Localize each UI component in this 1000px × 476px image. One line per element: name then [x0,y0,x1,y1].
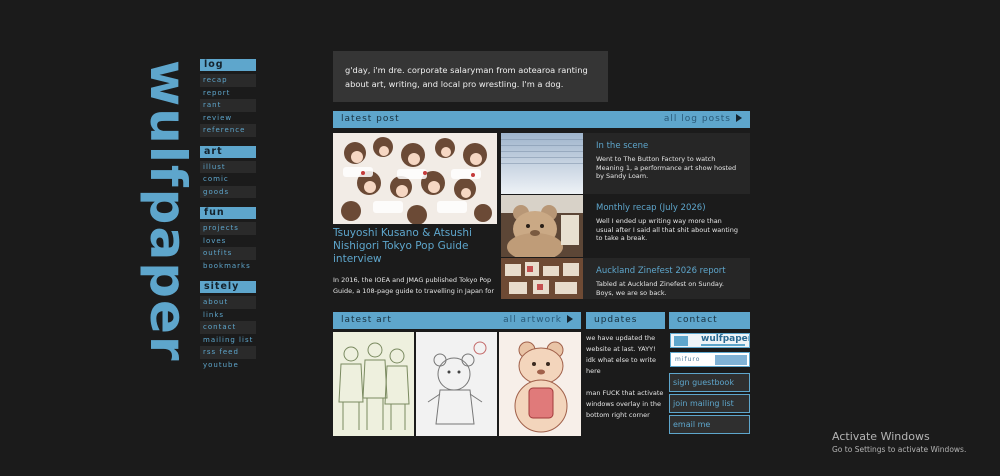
nav-item-review[interactable]: review [200,112,256,125]
art-thumb-3[interactable] [499,332,581,436]
friend-button-badge[interactable]: mifuro [670,352,750,367]
side-post-thumb-3[interactable] [501,258,583,299]
contact-label: contact [677,315,718,325]
nav-item-projects[interactable]: projects [200,222,256,235]
activate-windows-title: Activate Windows [832,430,930,443]
main-post-excerpt: In 2016, the IOEA and JMAG published Tok… [333,276,495,295]
side-post-3-title[interactable]: Auckland Zinefest 2026 report [596,266,740,276]
nav-item-comic[interactable]: comic [200,173,256,186]
side-post-1[interactable]: In the scene Went to The Button Factory … [583,133,750,194]
update-entry: man FUCK that activate windows overlay i… [586,389,664,419]
nav-item-recap[interactable]: recap [200,74,256,87]
side-post-1-body: Went to The Button Factory to watch Mean… [596,155,737,180]
side-post-1-title[interactable]: In the scene [596,141,740,151]
latest-art-label: latest art [341,315,392,325]
nav-item-bookmarks[interactable]: bookmarks [200,260,256,273]
contact-bar: contact [669,312,750,329]
side-post-2[interactable]: Monthly recap (July 2026) Well I ended u… [583,195,750,257]
all-artwork-link[interactable]: all artwork [503,312,573,329]
nav-item-goods[interactable]: goods [200,185,256,198]
side-post-2-title[interactable]: Monthly recap (July 2026) [596,203,740,213]
latest-post-bar: latest post all log posts [333,111,750,128]
updates-label: updates [594,315,638,325]
side-post-3-body: Tabled at Auckland Zinefest on Sunday. B… [596,280,724,297]
nav-item-rant[interactable]: rant [200,99,256,112]
all-log-posts-link[interactable]: all log posts [664,111,742,128]
nav-item-rss-feed[interactable]: rss feed [200,346,256,359]
art-thumb-1[interactable] [333,332,414,436]
update-entry: we have updated the website at last. YAY… [586,334,656,375]
nav-section-fun[interactable]: fun [200,207,256,219]
side-post-3[interactable]: Auckland Zinefest 2026 report Tabled at … [583,258,750,299]
art-thumb-2[interactable] [416,332,497,436]
badge-image [715,355,747,365]
nav-section-sitely[interactable]: sitely [200,281,256,293]
sign-guestbook-button[interactable]: sign guestbook [669,373,750,392]
nav-item-contact[interactable]: contact [200,321,256,334]
main-post-title[interactable]: Tsuyoshi Kusano & Atsushi Nishigori Toky… [333,227,493,266]
nav-item-report[interactable]: report [200,87,256,100]
nav-item-loves[interactable]: loves [200,235,256,248]
main-post-image[interactable] [333,133,497,224]
activate-windows-subtitle: Go to Settings to activate Windows. [832,445,967,454]
bio-box: g'day, i'm dre. corporate salaryman from… [333,51,608,102]
nav-item-illust[interactable]: illust [200,160,256,173]
updates-bar: updates [586,312,665,329]
nav-section-log[interactable]: log [200,59,256,71]
nav-item-links[interactable]: links [200,309,256,322]
latest-art-bar: latest art all artwork [333,312,581,329]
sidebar-nav: log recap report rant review reference a… [200,59,256,371]
join-mailing-list-button[interactable]: join mailing list [669,394,750,413]
nav-item-about[interactable]: about [200,296,256,309]
nav-item-outfits[interactable]: outfits [200,247,256,260]
badge-text-2: mifuro [675,356,701,363]
badge-logo-icon [674,336,688,346]
all-log-posts-label: all log posts [663,114,731,124]
updates-list: we have updated the website at last. YAY… [586,333,664,421]
badge-text: wulfpaper [701,334,750,344]
activate-windows-overlay: Activate Windows Go to Settings to activ… [832,430,966,454]
nav-item-reference[interactable]: reference [200,124,256,137]
nav-section-art[interactable]: art [200,145,256,158]
nav-item-mailing-list[interactable]: mailing list [200,334,256,347]
side-post-thumb-1[interactable] [501,133,583,194]
arrow-right-icon [736,114,742,122]
site-button-badge[interactable]: wulfpaper [670,333,750,348]
side-post-thumb-2[interactable] [501,195,583,257]
site-logo-text: wulfpaper [139,60,197,363]
side-post-2-body: Well I ended up writing way more than us… [596,217,738,242]
latest-post-label: latest post [341,114,400,124]
arrow-right-icon [567,315,573,323]
site-logo[interactable]: wulfpaper [139,60,197,363]
email-me-button[interactable]: email me [669,415,750,434]
all-artwork-label: all artwork [503,315,562,325]
nav-item-youtube[interactable]: youtube [200,359,256,372]
